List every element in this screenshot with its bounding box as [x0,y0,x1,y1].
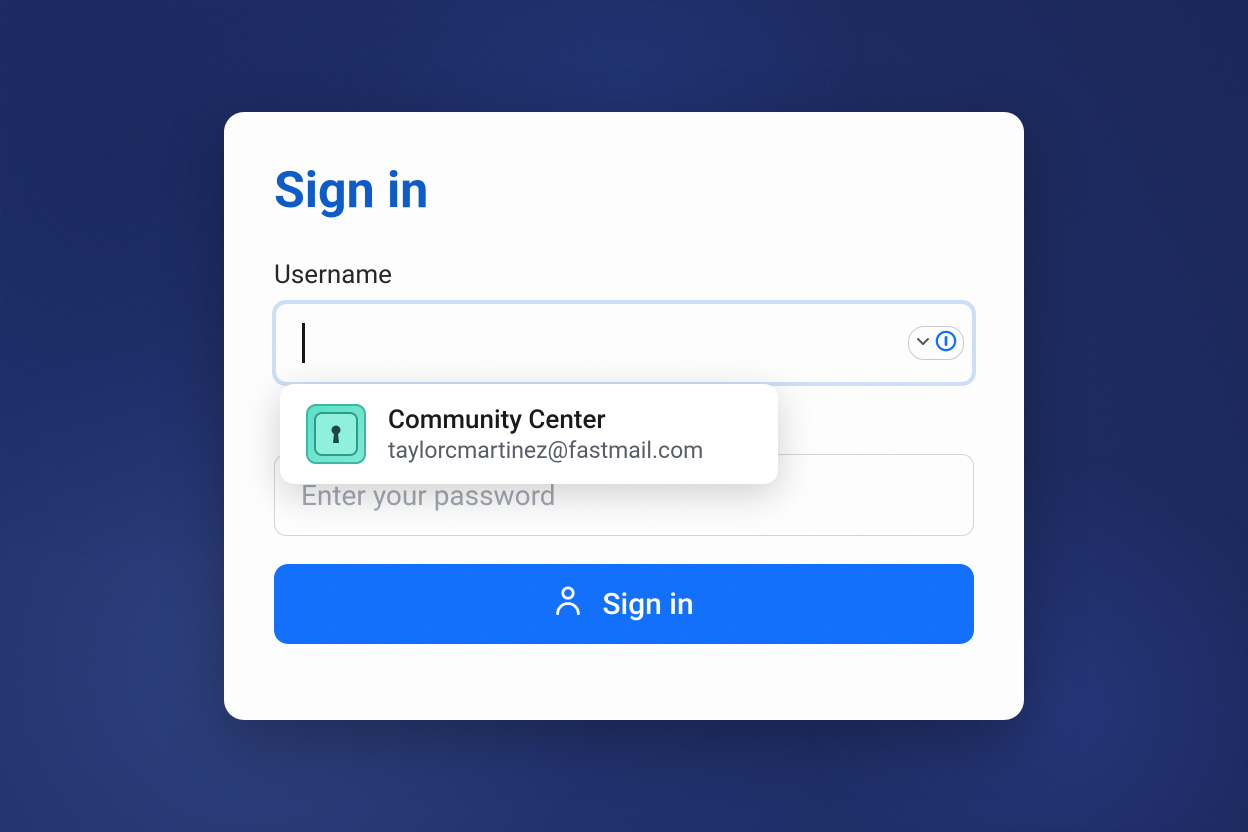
vault-icon [306,404,366,464]
password-manager-pill[interactable] [908,326,964,360]
suggestion-title: Community Center [388,405,703,435]
suggestion-subtitle: taylorcmartinez@fastmail.com [388,437,703,464]
user-icon [554,585,582,623]
chevron-down-icon [915,333,931,353]
username-field-wrap: Community Center taylorcmartinez@fastmai… [274,302,974,384]
page-title: Sign in [274,162,974,220]
username-label: Username [274,260,974,290]
onepassword-icon [935,330,957,356]
signin-button-label: Sign in [602,587,693,622]
autofill-suggestion[interactable]: Community Center taylorcmartinez@fastmai… [280,384,778,484]
username-input[interactable] [274,302,974,384]
signin-card: Sign in Username Community Center taylor… [224,112,1024,720]
text-caret [302,323,305,363]
signin-button[interactable]: Sign in [274,564,974,644]
